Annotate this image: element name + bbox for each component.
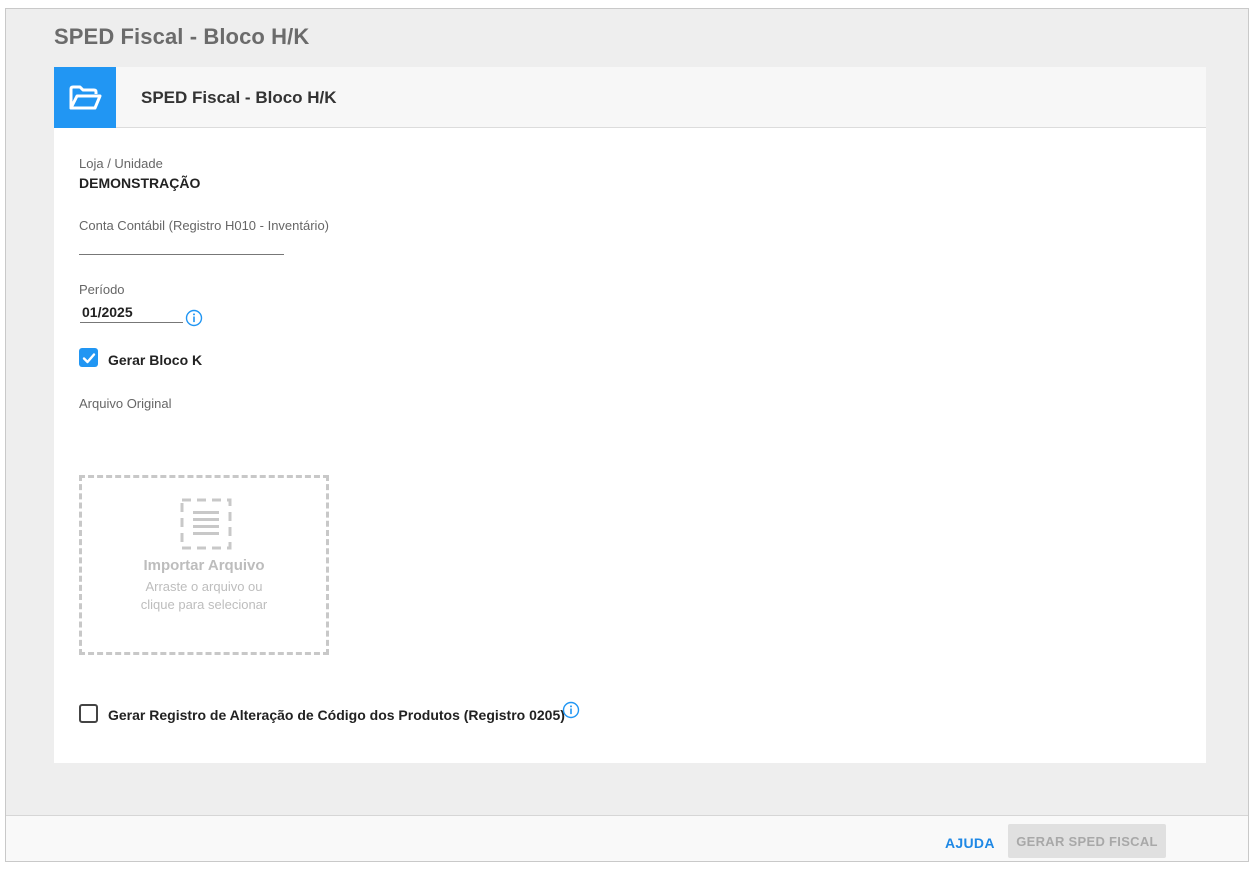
loja-value: DEMONSTRAÇÃO <box>79 175 201 191</box>
gerar-bloco-k-checkbox[interactable] <box>79 348 98 367</box>
gerar-bloco-k-label[interactable]: Gerar Bloco K <box>108 352 202 368</box>
periodo-input[interactable] <box>80 301 183 323</box>
periodo-info-icon[interactable] <box>185 309 203 327</box>
arquivo-original-label: Arquivo Original <box>79 396 172 411</box>
document-icon <box>180 498 232 550</box>
folder-open-icon-box <box>54 67 116 128</box>
page-title: SPED Fiscal - Bloco H/K <box>54 24 310 49</box>
conta-contabil-label: Conta Contábil (Registro H010 - Inventár… <box>79 218 330 233</box>
dropzone-title: Importar Arquivo <box>143 557 265 574</box>
periodo-label: Período <box>79 282 125 297</box>
gerar-registro-0205-checkbox[interactable] <box>79 704 98 723</box>
checkmark-icon <box>82 352 95 363</box>
help-link[interactable]: AJUDA <box>945 835 995 851</box>
app-window: SPED Fiscal - Bloco H/K SPED Fiscal - Bl… <box>5 8 1249 862</box>
footer-bar: AJUDA GERAR SPED FISCAL <box>6 815 1248 861</box>
form-card: SPED Fiscal - Bloco H/K Loja / Unidade D… <box>54 67 1206 763</box>
dropzone-subtitle: Arraste o arquivo ou clique para selecio… <box>140 579 268 612</box>
conta-contabil-input[interactable] <box>79 254 284 255</box>
card-header: SPED Fiscal - Bloco H/K <box>54 67 1206 128</box>
folder-open-icon <box>69 85 102 109</box>
card-title: SPED Fiscal - Bloco H/K <box>141 88 337 107</box>
file-dropzone[interactable]: Importar Arquivo Arraste o arquivo ou cl… <box>79 475 329 655</box>
gerar-registro-0205-label[interactable]: Gerar Registro de Alteração de Código do… <box>108 707 565 723</box>
loja-label: Loja / Unidade <box>79 156 163 171</box>
generate-sped-button[interactable]: GERAR SPED FISCAL <box>1008 824 1166 858</box>
registro-0205-info-icon[interactable] <box>562 701 580 719</box>
